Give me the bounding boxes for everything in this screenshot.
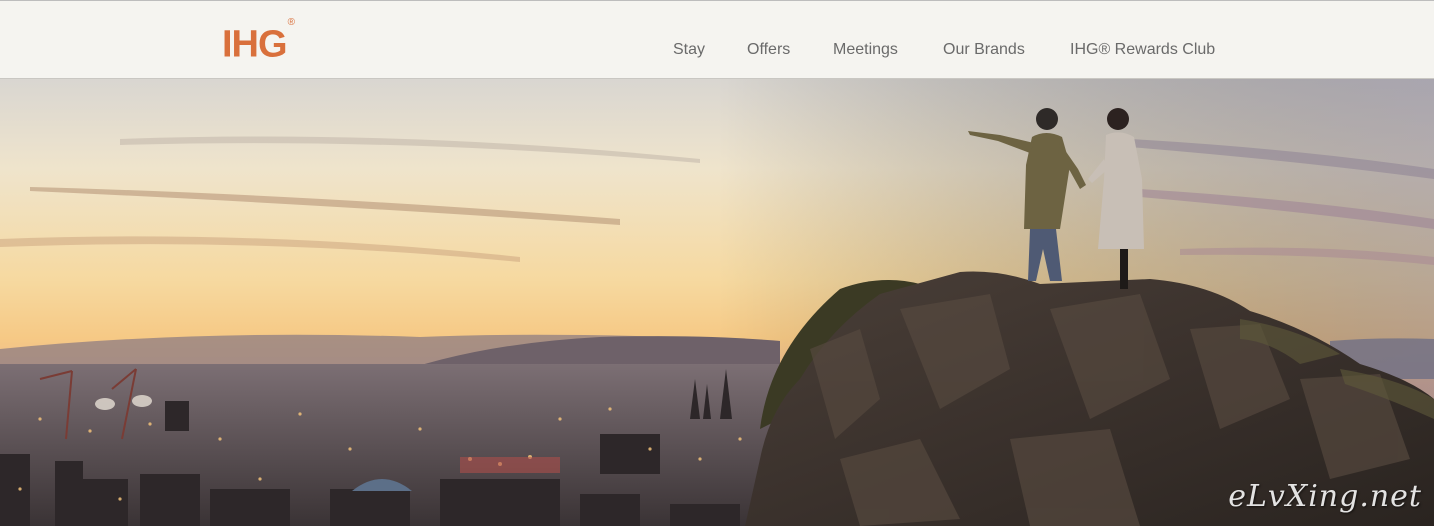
site-header: IHG® Stay Offers Meetings Our Brands IHG… (0, 0, 1434, 79)
logo-text: IHG (222, 23, 288, 66)
nav-rewards-club[interactable]: IHG® Rewards Club (1070, 41, 1215, 59)
registered-mark: ® (287, 17, 295, 28)
nav-meetings[interactable]: Meetings (833, 41, 898, 59)
hero-banner: eLvXing.net (0, 79, 1434, 526)
ihg-logo[interactable]: IHG® (222, 17, 295, 67)
nav-stay[interactable]: Stay (673, 41, 705, 59)
nav-our-brands[interactable]: Our Brands (943, 41, 1025, 59)
nav-offers[interactable]: Offers (747, 41, 790, 59)
hero-image (0, 79, 1434, 526)
watermark-text: eLvXing.net (1228, 479, 1422, 514)
